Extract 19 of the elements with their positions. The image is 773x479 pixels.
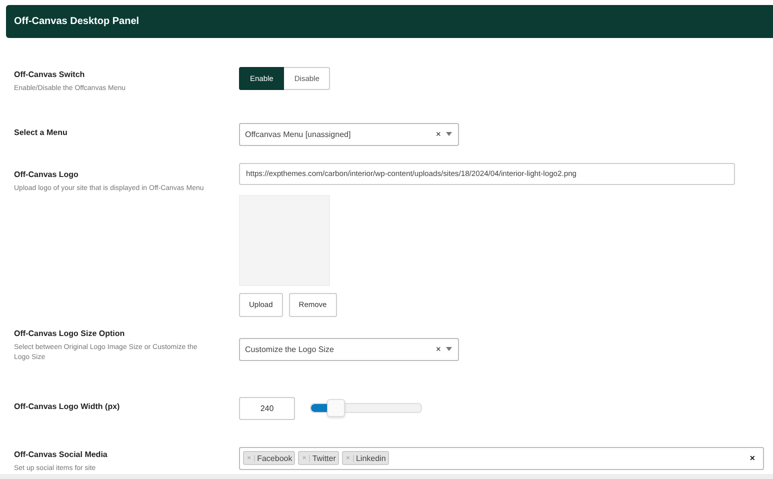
field-label: Off-Canvas Switch	[14, 70, 86, 79]
field-label: Off-Canvas Logo Size Option	[14, 328, 126, 338]
select-field[interactable]: Customize the Logo Size ×	[239, 338, 459, 360]
field-label: Off-Canvas Logo Width (px)	[14, 402, 121, 410]
tag-label: Twitter	[311, 454, 337, 462]
slider-handle[interactable]	[327, 399, 346, 417]
caret-icon	[446, 132, 452, 136]
field-label: Select a Menu	[14, 128, 68, 136]
field-label: Off-Canvas Social Media	[14, 450, 108, 458]
clear-icon[interactable]: ×	[436, 129, 441, 139]
select-field[interactable]: Offcanvas Menu [unassigned] ×	[239, 122, 459, 146]
clear-icon[interactable]: ×	[436, 344, 441, 354]
panel-title: Off-Canvas Desktop Panel	[14, 16, 140, 27]
tag-label: Linkedin	[354, 454, 387, 462]
field-label: Off-Canvas Logo	[14, 170, 80, 178]
number-input-field[interactable]: 240	[239, 396, 295, 420]
tag-label: Facebook	[256, 454, 294, 462]
clear-icon[interactable]: ×	[750, 453, 755, 463]
caret-icon	[446, 347, 452, 351]
